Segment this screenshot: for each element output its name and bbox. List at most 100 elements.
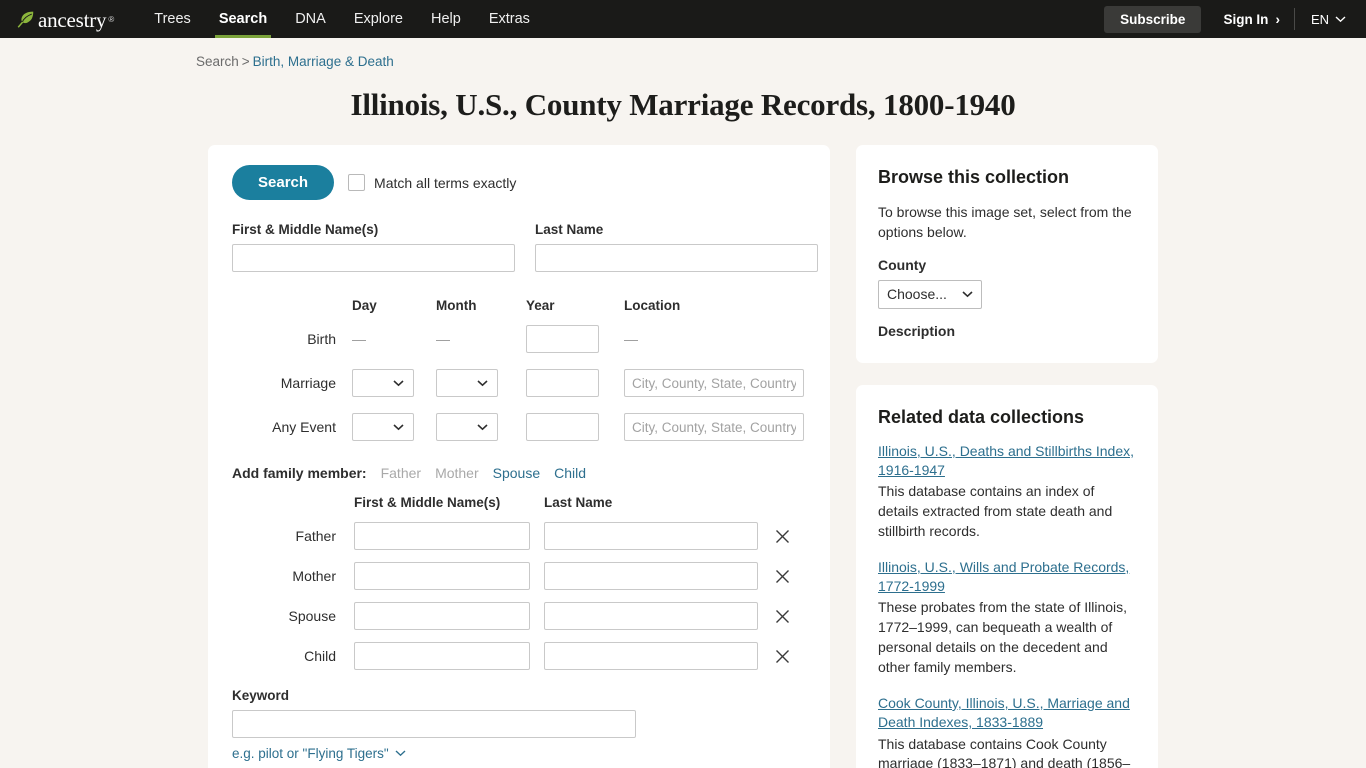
family-row-mother: Mother [232, 562, 806, 590]
event-label-birth: Birth [307, 331, 336, 347]
spouse-first-name-input[interactable] [354, 602, 530, 630]
father-last-name-input[interactable] [544, 522, 758, 550]
related-collection-link[interactable]: Illinois, U.S., Wills and Probate Record… [878, 558, 1136, 597]
related-collection-link[interactable]: Cook County, Illinois, U.S., Marriage an… [878, 694, 1136, 733]
family-header-last-name: Last Name [544, 495, 613, 510]
last-name-label: Last Name [535, 222, 604, 237]
language-label: EN [1310, 11, 1329, 27]
event-row-birth: Birth — — — [232, 325, 806, 353]
nav-item-extras[interactable]: Extras [475, 0, 544, 38]
search-form-card: Search Match all terms exactly First & M… [208, 145, 830, 768]
chevron-down-icon [477, 379, 488, 386]
match-exact-checkbox[interactable] [348, 174, 366, 191]
any-event-year-input[interactable] [526, 413, 599, 441]
marriage-year-input[interactable] [526, 369, 599, 397]
close-icon [775, 569, 789, 583]
add-family-mother: Mother [435, 465, 479, 481]
logo-trademark: ® [108, 14, 115, 24]
ancestry-logo[interactable]: ancestry ® [14, 0, 114, 38]
nav-item-help[interactable]: Help [417, 0, 475, 38]
logo-wordmark: ancestry [38, 7, 107, 32]
remove-spouse-icon[interactable] [772, 606, 792, 626]
close-icon [775, 609, 789, 623]
spouse-last-name-input[interactable] [544, 602, 758, 630]
keyword-hint-text: e.g. pilot or "Flying Tigers" [232, 746, 389, 761]
chevron-down-icon [962, 291, 973, 297]
birth-year-input[interactable] [526, 325, 599, 353]
related-collection-description: This database contains an index of detai… [878, 483, 1113, 539]
add-family-member-label: Add family member: [232, 465, 367, 481]
chevron-right-icon: › [1275, 11, 1280, 27]
keyword-section: Keyword e.g. pilot or "Flying Tigers" [232, 688, 806, 761]
birth-location-placeholder: — [624, 331, 638, 347]
add-family-spouse[interactable]: Spouse [493, 465, 540, 481]
mother-last-name-input[interactable] [544, 562, 758, 590]
keyword-hint-toggle[interactable]: e.g. pilot or "Flying Tigers" [232, 746, 806, 761]
first-name-label: First & Middle Name(s) [232, 222, 379, 237]
main-content: Search Match all terms exactly First & M… [0, 123, 1366, 768]
nav-right-group: Subscribe Sign In › EN [1104, 0, 1352, 38]
nav-item-search[interactable]: Search [205, 0, 281, 38]
any-event-month-select[interactable] [436, 413, 498, 441]
event-label-any-event: Any Event [272, 419, 336, 435]
search-button[interactable]: Search [232, 165, 335, 200]
family-row-father: Father [232, 522, 806, 550]
related-collections-card: Related data collections Illinois, U.S.,… [856, 384, 1158, 768]
child-first-name-input[interactable] [354, 642, 530, 670]
sign-in-link[interactable]: Sign In › [1201, 12, 1294, 27]
column-header-year: Year [526, 298, 555, 313]
any-event-location-input[interactable] [624, 413, 804, 441]
close-icon [775, 529, 789, 543]
county-label: County [878, 256, 927, 273]
related-collection-item: Illinois, U.S., Wills and Probate Record… [878, 558, 1136, 678]
child-last-name-input[interactable] [544, 642, 758, 670]
county-select[interactable]: Choose... [878, 279, 982, 309]
add-family-child[interactable]: Child [554, 465, 586, 481]
top-navigation-bar: ancestry ® Trees Search DNA Explore Help… [0, 0, 1366, 38]
related-collection-link[interactable]: Illinois, U.S., Deaths and Stillbirths I… [878, 442, 1136, 481]
description-label: Description [878, 322, 956, 339]
nav-item-trees[interactable]: Trees [140, 0, 205, 38]
nav-item-explore[interactable]: Explore [340, 0, 417, 38]
marriage-location-input[interactable] [624, 369, 804, 397]
add-family-father: Father [380, 465, 422, 481]
event-column-headers: Day Month Year Location [232, 298, 806, 315]
birth-month-placeholder: — [436, 331, 450, 347]
column-header-day: Day [352, 298, 377, 313]
keyword-input[interactable] [232, 710, 636, 738]
breadcrumb-separator: > [241, 54, 250, 69]
chevron-down-icon [395, 750, 406, 757]
remove-father-icon[interactable] [772, 526, 792, 546]
browse-collection-card: Browse this collection To browse this im… [856, 145, 1158, 363]
last-name-input[interactable] [535, 244, 818, 272]
marriage-day-select[interactable] [352, 369, 414, 397]
first-name-input[interactable] [232, 244, 515, 272]
birth-day-placeholder: — [352, 331, 366, 347]
nav-item-dna[interactable]: DNA [281, 0, 340, 38]
breadcrumb-current[interactable]: Birth, Marriage & Death [253, 54, 394, 69]
match-exact-label: Match all terms exactly [374, 174, 517, 191]
family-label-child: Child [304, 648, 336, 664]
family-row-spouse: Spouse [232, 602, 806, 630]
father-first-name-input[interactable] [354, 522, 530, 550]
language-selector[interactable]: EN [1295, 12, 1352, 27]
breadcrumb: Search > Birth, Marriage & Death [0, 38, 1366, 69]
breadcrumb-root[interactable]: Search [196, 54, 239, 69]
chevron-down-icon [393, 423, 404, 430]
any-event-day-select[interactable] [352, 413, 414, 441]
mother-first-name-input[interactable] [354, 562, 530, 590]
search-action-row: Search Match all terms exactly [232, 165, 806, 200]
leaf-icon [17, 11, 34, 28]
related-collection-description: This database contains Cook County marri… [878, 735, 1131, 768]
marriage-month-select[interactable] [436, 369, 498, 397]
remove-mother-icon[interactable] [772, 566, 792, 586]
subscribe-button[interactable]: Subscribe [1104, 5, 1202, 33]
family-header-first-name: First & Middle Name(s) [354, 495, 501, 510]
related-collection-description: These probates from the state of Illinoi… [878, 599, 1128, 676]
related-collection-item: Illinois, U.S., Deaths and Stillbirths I… [878, 442, 1136, 542]
remove-child-icon[interactable] [772, 646, 792, 666]
sign-in-label: Sign In [1223, 11, 1269, 27]
event-row-marriage: Marriage [232, 369, 806, 397]
name-fields-row: First & Middle Name(s) Last Name [232, 222, 818, 272]
match-exact-control[interactable]: Match all terms exactly [348, 174, 516, 191]
